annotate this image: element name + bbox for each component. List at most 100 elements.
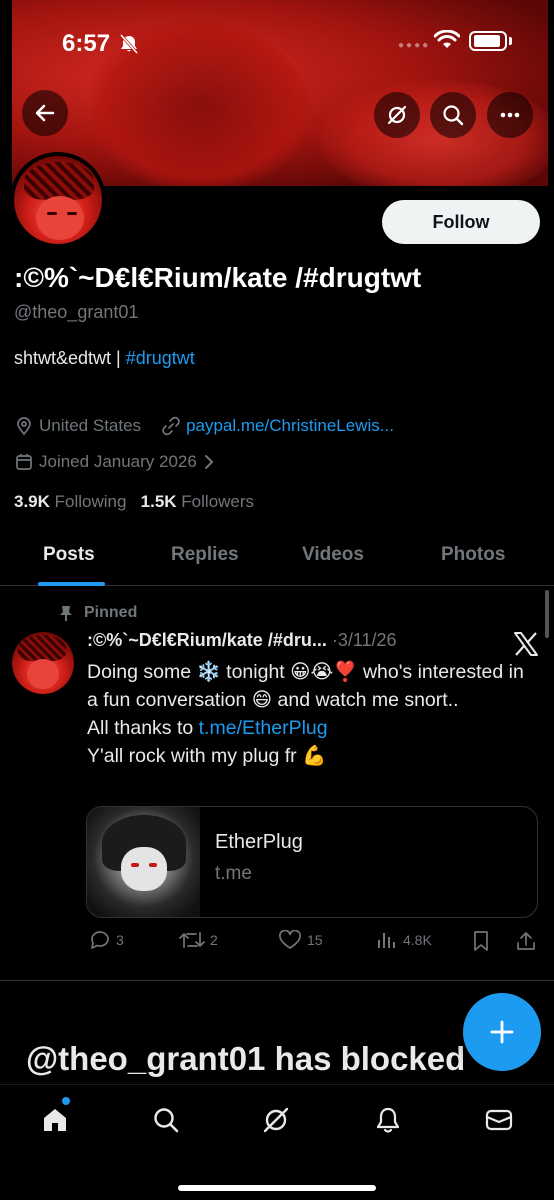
profile-location: United States xyxy=(39,416,142,435)
followers-label: Followers xyxy=(181,492,255,511)
nav-messages[interactable] xyxy=(482,1103,516,1137)
repost-button[interactable]: 2 xyxy=(179,930,218,950)
repost-icon xyxy=(179,932,205,948)
scrollbar[interactable] xyxy=(545,590,549,638)
bell-icon xyxy=(376,1107,400,1133)
post-actions: 3 2 15 4.8K xyxy=(0,926,554,956)
avatar-hat xyxy=(24,162,94,200)
grok-button[interactable] xyxy=(374,92,420,138)
post-date[interactable]: ·3/11/26 xyxy=(332,630,397,650)
search-icon xyxy=(443,105,464,126)
bio-hashtag-link[interactable]: #drugtwt xyxy=(126,348,195,368)
reply-icon xyxy=(91,931,109,949)
views-chart-icon xyxy=(378,933,395,948)
bottom-navigation xyxy=(0,1084,554,1200)
avatar-eye xyxy=(47,212,57,215)
tab-posts[interactable]: Posts xyxy=(43,544,95,566)
post-header: :©%`~D€l€Rium/kate /#dru... ·3/11/26 xyxy=(87,630,397,651)
nav-home[interactable] xyxy=(38,1103,72,1137)
link-preview-card[interactable]: EtherPlug t.me xyxy=(86,806,538,918)
active-tab-indicator xyxy=(38,582,105,586)
avatar-face xyxy=(27,659,59,689)
profile-name: :©%`~D€l€Rium/kate /#drugtwt xyxy=(14,262,422,293)
profile-bio: shtwt&edtwt | #drugtwt xyxy=(14,348,195,369)
more-button[interactable] xyxy=(487,92,533,138)
plus-icon xyxy=(490,1020,514,1044)
following-link[interactable]: 3.9K Following xyxy=(14,492,126,511)
profile-tabs: Posts Replies Videos Photos xyxy=(0,530,554,586)
avatar-face xyxy=(36,196,84,240)
post-text-line: Doing some ❄️ tonight 😀😭❣️ who's interes… xyxy=(87,661,524,711)
profile-link[interactable]: paypal.me/ChristineLewis... xyxy=(186,416,394,436)
compose-post-button[interactable] xyxy=(463,993,541,1071)
blocked-notice: @theo_grant01 has blocked xyxy=(26,1040,466,1077)
post-text-line: Y'all rock with my plug fr 💪 xyxy=(87,745,327,767)
tab-videos[interactable]: Videos xyxy=(302,544,364,566)
nav-grok[interactable] xyxy=(259,1103,293,1137)
profile-joined-row: Joined January 2026 xyxy=(14,452,220,472)
bell-slash-icon xyxy=(119,34,139,54)
tab-replies[interactable]: Replies xyxy=(171,544,239,566)
section-divider xyxy=(0,980,554,981)
search-button[interactable] xyxy=(430,92,476,138)
post-link[interactable]: t.me/EtherPlug xyxy=(199,717,328,739)
avatar-hat xyxy=(18,635,66,661)
tab-photos[interactable]: Photos xyxy=(441,544,505,566)
reply-button[interactable]: 3 xyxy=(89,930,124,950)
nav-notifications[interactable] xyxy=(371,1103,405,1137)
link-preview-image xyxy=(87,807,200,917)
status-bar: 6:57 ●●●● xyxy=(0,0,554,90)
views-count: 4.8K xyxy=(403,932,432,948)
post-author-name[interactable]: :©%`~D€l€Rium/kate /#dru... xyxy=(87,630,327,650)
follow-button[interactable]: Follow xyxy=(382,200,540,244)
location-pin-icon xyxy=(17,417,31,436)
views-button[interactable]: 4.8K xyxy=(376,930,432,950)
like-button[interactable]: 15 xyxy=(278,930,323,950)
profile-avatar[interactable] xyxy=(10,152,106,248)
profile-meta-row: United States paypal.me/ChristineLewis..… xyxy=(14,416,394,436)
chevron-right-icon xyxy=(204,455,214,469)
profile-joined[interactable]: Joined January 2026 xyxy=(39,452,197,472)
bookmark-icon xyxy=(474,931,488,951)
post-text-prefix: All thanks to xyxy=(87,717,199,739)
bio-text: shtwt&edtwt | xyxy=(14,348,126,368)
search-icon xyxy=(154,1108,179,1133)
status-time: 6:57 xyxy=(62,30,111,57)
bookmark-button[interactable] xyxy=(471,930,496,952)
reply-count: 3 xyxy=(116,932,124,948)
card-art-eye xyxy=(149,863,157,867)
link-icon xyxy=(162,416,180,436)
wifi-icon xyxy=(434,30,460,48)
grok-icon xyxy=(387,105,407,125)
followers-link[interactable]: 1.5K Followers xyxy=(141,492,254,511)
post-text-line: All thanks to t.me/EtherPlug xyxy=(87,714,535,742)
arrow-left-icon xyxy=(35,104,55,122)
battery-tip xyxy=(509,37,512,45)
x-logo-icon xyxy=(514,632,538,656)
signal-icon: ●●●● xyxy=(398,40,431,51)
mail-icon xyxy=(485,1109,513,1131)
pinned-label: Pinned xyxy=(58,604,137,622)
grok-icon xyxy=(263,1107,289,1133)
home-icon xyxy=(44,1109,66,1131)
link-preview-title: EtherPlug xyxy=(215,831,303,853)
post-author-avatar[interactable] xyxy=(12,632,74,694)
nav-search[interactable] xyxy=(149,1103,183,1137)
battery-icon xyxy=(469,31,507,51)
following-label: Following xyxy=(54,492,127,511)
home-indicator[interactable] xyxy=(178,1185,376,1191)
back-button[interactable] xyxy=(22,90,68,136)
profile-handle: @theo_grant01 xyxy=(14,302,139,322)
followers-count: 1.5K xyxy=(140,492,177,511)
like-count: 15 xyxy=(307,932,323,948)
pin-icon xyxy=(60,606,72,621)
more-dots-icon xyxy=(500,112,520,118)
home-notification-dot xyxy=(62,1097,70,1105)
following-count: 3.9K xyxy=(14,492,50,511)
card-art-eye xyxy=(131,863,139,867)
card-art-face xyxy=(121,847,167,891)
share-button[interactable] xyxy=(515,930,542,952)
calendar-icon xyxy=(16,454,32,470)
heart-icon xyxy=(279,930,301,949)
post-body: Doing some ❄️ tonight 😀😭❣️ who's interes… xyxy=(87,658,535,770)
